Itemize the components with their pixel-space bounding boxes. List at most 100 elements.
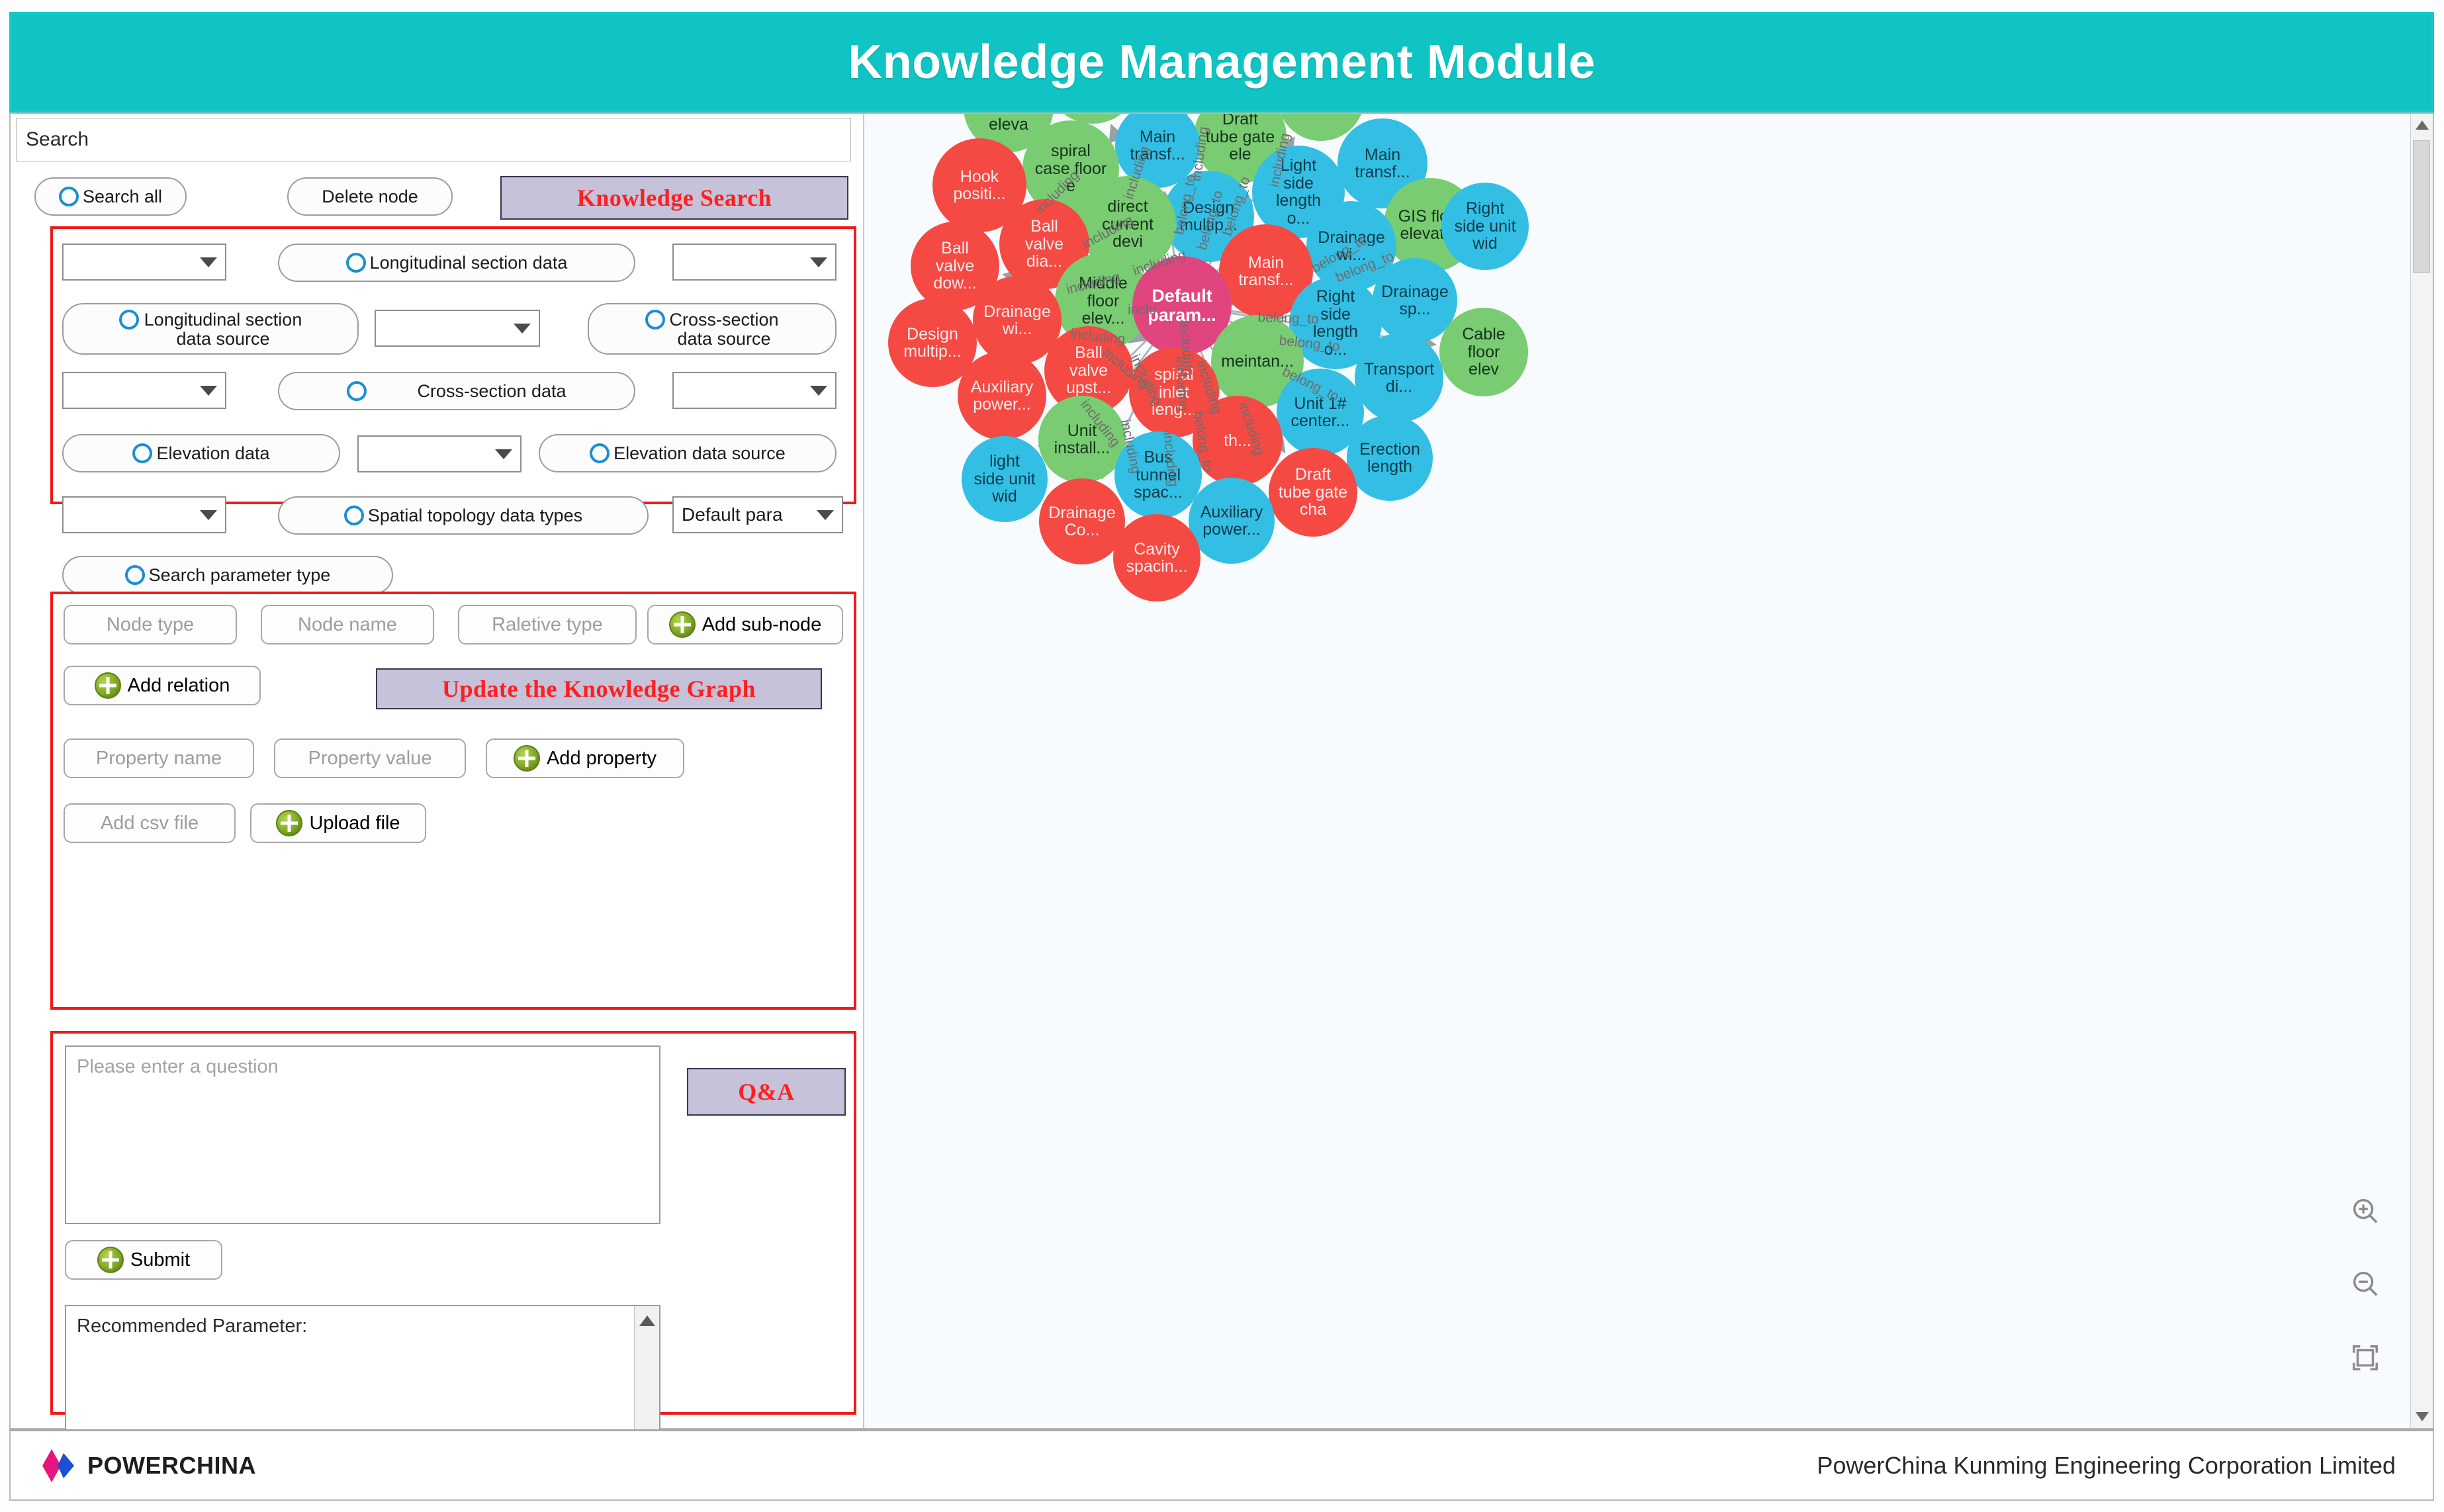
- scroll-up-arrow-icon[interactable]: [2415, 120, 2429, 130]
- upload-file-button[interactable]: Upload file: [250, 803, 426, 843]
- graph-node-label: Right side unit wid: [1454, 199, 1516, 253]
- elevation-data-radio[interactable]: Elevation data: [62, 434, 340, 472]
- graph-node[interactable]: Transport di...: [1355, 334, 1443, 422]
- graph-node[interactable]: Cable floor elev: [1439, 308, 1528, 396]
- property-name-input[interactable]: Property name: [64, 738, 254, 778]
- chevron-down-icon: [810, 257, 827, 267]
- longitudinal-section-data-left-combo[interactable]: [62, 244, 226, 281]
- node-name-placeholder: Node name: [298, 613, 397, 635]
- scrollbar-thumb[interactable]: [2413, 140, 2430, 273]
- default-parameter-combo[interactable]: Default para: [672, 496, 843, 533]
- cross-section-data-left-combo[interactable]: [62, 372, 226, 409]
- graph-node-label: light side unit wid: [973, 452, 1036, 506]
- radio-icon: [347, 381, 367, 401]
- graph-node[interactable]: Draft tube gate cha: [1269, 448, 1357, 537]
- graph-scrollbar[interactable]: [2410, 114, 2433, 1428]
- page-title: Knowledge Management Module: [848, 36, 1596, 89]
- cross-section-data-source-radio[interactable]: Cross-section data source: [588, 303, 837, 355]
- node-type-input[interactable]: Node type: [64, 605, 237, 645]
- brand: POWERCHINA: [41, 1448, 256, 1484]
- graph-node-label: Drainage wi...: [983, 302, 1051, 338]
- search-all-label: Search all: [82, 186, 163, 206]
- graph-node-label: Unit install...: [1054, 421, 1110, 457]
- elevation-data-source-label: Elevation data source: [613, 443, 786, 463]
- cross-section-data-right-combo[interactable]: [672, 372, 837, 409]
- cross-section-data-radio[interactable]: Cross-section data: [278, 372, 635, 410]
- graph-node-label: Ball valve dow...: [933, 239, 977, 293]
- submit-button[interactable]: Submit: [65, 1240, 222, 1280]
- graph-node[interactable]: Bus tunnel spac...: [1114, 431, 1202, 519]
- graph-node[interactable]: Auxiliary power...: [958, 351, 1046, 440]
- graph-node[interactable]: light side unit wid: [962, 436, 1048, 522]
- graph-node[interactable]: Drainage Co...: [1039, 478, 1125, 564]
- longitudinal-section-data-source-label-line2: data source: [176, 328, 270, 349]
- graph-node-label: Ball valve dia...: [1024, 217, 1064, 271]
- knowledge-graph-panel[interactable]: Draft tube gate chaGenerat...Main transf…: [864, 114, 2433, 1428]
- longitudinal-section-data-radio[interactable]: Longitudinal section data: [278, 244, 635, 282]
- scroll-down-arrow-icon[interactable]: [2415, 1412, 2429, 1421]
- graph-node-label: Design multip...: [903, 324, 962, 361]
- recommended-parameter-text: Recommended Parameter:: [77, 1315, 308, 1337]
- graph-node-label: Bus tunnel spac...: [1134, 448, 1183, 502]
- graph-node-label: spiral inlet leng...: [1151, 365, 1197, 420]
- plus-circle-icon: [276, 810, 303, 836]
- add-sub-node-button[interactable]: Add sub-node: [647, 605, 843, 645]
- radio-icon: [345, 253, 366, 273]
- elevation-data-label: Elevation data: [156, 443, 270, 463]
- plus-circle-icon: [94, 672, 121, 699]
- spatial-topology-data-types-radio[interactable]: Spatial topology data types: [278, 496, 649, 535]
- plus-circle-icon: [668, 611, 696, 638]
- delete-node-button[interactable]: Delete node: [287, 177, 453, 216]
- graph-node[interactable]: Cavity spacin...: [1113, 514, 1200, 601]
- elevation-data-combo[interactable]: [357, 435, 521, 472]
- search-parameter-type-radio[interactable]: Search parameter type: [62, 556, 393, 594]
- spatial-topology-data-types-label: Spatial topology data types: [367, 505, 583, 525]
- update-knowledge-graph-tag-label: Update the Knowledge Graph: [441, 676, 756, 702]
- scroll-up-arrow-icon[interactable]: [639, 1315, 655, 1326]
- graph-node-label: meintan...: [1221, 351, 1294, 371]
- graph-node[interactable]: Erection length: [1347, 415, 1433, 501]
- update-knowledge-graph-annotation: Update the Knowledge Graph: [376, 668, 822, 709]
- chevron-down-icon: [495, 449, 512, 459]
- graph-node[interactable]: Auxiliary power...: [1189, 478, 1275, 564]
- knowledge-search-tag-label: Knowledge Search: [576, 185, 772, 211]
- graph-node[interactable]: Unit install...: [1038, 396, 1126, 483]
- node-name-input[interactable]: Node name: [261, 605, 434, 645]
- combo-value: Default para: [682, 504, 783, 525]
- graph-node[interactable]: th...: [1193, 396, 1283, 486]
- longitudinal-section-data-source-combo[interactable]: [375, 310, 540, 347]
- search-input[interactable]: Search: [16, 118, 851, 161]
- zoom-in-button[interactable]: [2347, 1192, 2384, 1229]
- radio-icon: [590, 443, 610, 463]
- add-relation-button[interactable]: Add relation: [64, 666, 261, 705]
- longitudinal-section-data-right-combo[interactable]: [672, 244, 837, 281]
- graph-node-label: Drainage Co...: [1048, 503, 1116, 539]
- longitudinal-section-data-label: Longitudinal section data: [369, 252, 568, 273]
- relative-type-input[interactable]: Raletive type: [458, 605, 637, 645]
- chevron-down-icon: [817, 510, 834, 520]
- longitudinal-section-data-source-label-line1: Longitudinal section: [144, 309, 302, 330]
- add-property-label: Add property: [546, 747, 657, 769]
- spatial-topology-left-combo[interactable]: [62, 496, 226, 533]
- fit-to-screen-button[interactable]: [2347, 1339, 2384, 1376]
- delete-node-label: Delete node: [322, 186, 418, 206]
- cross-section-data-label: Cross-section data: [417, 380, 566, 401]
- graph-node[interactable]: Right side unit wid: [1441, 183, 1529, 270]
- elevation-data-source-radio[interactable]: Elevation data source: [539, 434, 837, 472]
- cross-section-data-source-label-line2: data source: [677, 328, 771, 349]
- question-textarea[interactable]: Please enter a question: [65, 1045, 660, 1224]
- search-all-button[interactable]: Search all: [34, 177, 187, 216]
- zoom-out-button[interactable]: [2347, 1265, 2384, 1302]
- property-value-input[interactable]: Property value: [274, 738, 466, 778]
- graph-node-label: Drainage wi...: [1318, 228, 1385, 264]
- add-csv-file-input[interactable]: Add csv file: [64, 803, 236, 843]
- graph-node-label: Draft tube gate ele: [1205, 114, 1275, 164]
- add-property-button[interactable]: Add property: [486, 738, 684, 778]
- knowledge-graph-canvas[interactable]: Draft tube gate chaGenerat...Main transf…: [864, 114, 2433, 1428]
- left-control-panel: Search Search all Delete node Knowledge …: [11, 114, 864, 1482]
- longitudinal-section-data-source-radio[interactable]: Longitudinal section data source: [62, 303, 359, 355]
- add-relation-label: Add relation: [127, 674, 230, 696]
- graph-node-label: Default param...: [1148, 286, 1216, 325]
- chevron-down-icon: [200, 257, 217, 267]
- graph-node-label: Right side length o...: [1312, 287, 1359, 359]
